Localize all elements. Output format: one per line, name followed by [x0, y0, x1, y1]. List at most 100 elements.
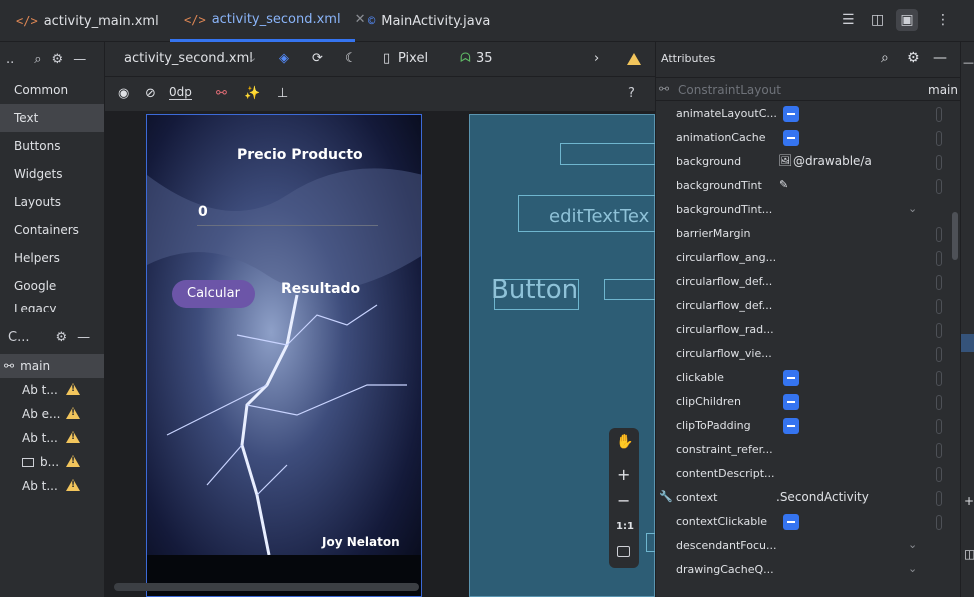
attribute-reference-button[interactable] — [936, 251, 942, 266]
blueprint-button-box[interactable]: Button — [491, 275, 579, 310]
preview-thumbnail[interactable] — [961, 334, 974, 352]
tree-root[interactable]: ⚯ main — [0, 354, 104, 378]
attribute-reference-button[interactable] — [936, 227, 942, 242]
attribute-row[interactable]: backgroundTint... ⌄ — [656, 198, 961, 222]
tab-main-activity[interactable]: © MainActivity.java — [354, 0, 504, 42]
attribute-row[interactable]: drawingCacheQ... ⌄ — [656, 558, 961, 582]
tree-item[interactable]: b... — [0, 450, 104, 474]
attribute-reference-button[interactable] — [936, 443, 942, 458]
warning-icon[interactable] — [627, 53, 641, 65]
attribute-row[interactable]: descendantFocu... ⌄ — [656, 534, 961, 558]
attribute-row[interactable]: circularflow_def... — [656, 294, 961, 318]
attribute-reference-button[interactable] — [936, 275, 942, 290]
clear-constraints-icon[interactable]: ⚯ — [216, 86, 227, 101]
attribute-value[interactable]: @drawable/a — [793, 154, 872, 168]
attribute-value[interactable]: .SecondActivity — [776, 490, 869, 504]
minimize-icon[interactable]: — — [963, 56, 974, 69]
tree-item[interactable]: Ab e... — [0, 402, 104, 426]
minimize-icon[interactable]: — — [73, 52, 86, 67]
attribute-row[interactable]: background 🖼 @drawable/a — [656, 150, 961, 174]
price-input[interactable]: 0 — [197, 204, 378, 226]
attribute-row[interactable]: clickable — [656, 366, 961, 390]
api-level-selector[interactable]: 35 — [476, 51, 493, 66]
palette-category-text[interactable]: Text — [0, 104, 104, 132]
horizontal-scrollbar[interactable] — [114, 583, 419, 591]
attribute-row[interactable]: backgroundTint ✎ — [656, 174, 961, 198]
attribute-row[interactable]: contentDescript... — [656, 462, 961, 486]
search-icon[interactable]: ⌕ — [881, 50, 889, 66]
attribute-row[interactable]: 🔧 context .SecondActivity — [656, 486, 961, 510]
tree-item[interactable]: Ab t... — [0, 474, 104, 498]
file-selector[interactable]: activity_second.xml — [124, 51, 253, 66]
zoom-out-icon[interactable]: − — [617, 491, 630, 510]
guidelines-icon[interactable]: ⊥ — [277, 86, 288, 101]
split-view-icon[interactable]: ◫ — [871, 12, 884, 28]
default-margin[interactable]: 0dp — [169, 85, 192, 100]
add-icon[interactable]: + — [964, 494, 974, 508]
gear-icon[interactable]: ⚙ — [55, 330, 67, 345]
zoom-fit-icon[interactable] — [617, 546, 630, 557]
pan-hand-icon[interactable]: ✋ — [616, 434, 633, 450]
chevron-down-icon[interactable]: ⌄ — [908, 202, 917, 215]
tree-item[interactable]: Ab t... — [0, 378, 104, 402]
calcular-button[interactable]: Calcular — [172, 280, 255, 308]
attribute-reference-button[interactable] — [936, 467, 942, 482]
more-options-icon[interactable]: ⋮ — [936, 12, 950, 28]
attribute-row[interactable]: animateLayoutC... — [656, 102, 961, 126]
component-id[interactable]: main — [928, 83, 958, 97]
attribute-row[interactable]: circularflow_rad... — [656, 318, 961, 342]
attribute-reference-button[interactable] — [936, 179, 942, 194]
attribute-reference-button[interactable] — [936, 107, 942, 122]
attribute-reference-button[interactable] — [936, 371, 942, 386]
orientation-icon[interactable]: ⟳ — [312, 51, 323, 66]
attribute-row[interactable]: animationCache — [656, 126, 961, 150]
help-icon[interactable]: ? — [628, 86, 635, 101]
zoom-ratio-button[interactable]: 1:1 — [616, 521, 634, 532]
blueprint-edittext-box[interactable]: editTextTex — [518, 195, 656, 232]
warning-icon[interactable] — [66, 383, 80, 395]
palette-category-helpers[interactable]: Helpers — [0, 244, 104, 272]
design-preview[interactable]: Precio Producto 0 Calcular Resultado Joy… — [146, 114, 422, 597]
attribute-row[interactable]: clipToPadding — [656, 414, 961, 438]
attribute-row[interactable]: contextClickable — [656, 510, 961, 534]
night-mode-icon[interactable]: ☾ — [345, 51, 357, 66]
chevron-down-icon[interactable]: ⌄ — [908, 538, 917, 551]
code-view-icon[interactable]: ☰ — [842, 12, 855, 28]
palette-category-containers[interactable]: Containers — [0, 216, 104, 244]
warning-icon[interactable] — [66, 407, 80, 419]
attribute-checkbox[interactable] — [783, 418, 799, 434]
palette-category-google[interactable]: Google — [0, 272, 104, 300]
design-view-icon[interactable]: ▣ — [896, 9, 918, 31]
frame-icon[interactable]: ◫ — [964, 547, 974, 561]
attribute-checkbox[interactable] — [783, 514, 799, 530]
gear-icon[interactable]: ⚙ — [907, 50, 920, 66]
chevron-right-icon[interactable]: › — [594, 51, 599, 66]
attribute-row[interactable]: clipChildren — [656, 390, 961, 414]
gear-icon[interactable]: ⚙ — [52, 52, 64, 67]
attribute-checkbox[interactable] — [783, 370, 799, 386]
attribute-row[interactable]: constraint_refer... — [656, 438, 961, 462]
attribute-reference-button[interactable] — [936, 419, 942, 434]
search-icon[interactable]: ⌕ — [34, 52, 41, 67]
attribute-reference-button[interactable] — [936, 395, 942, 410]
attribute-checkbox[interactable] — [783, 130, 799, 146]
palette-category-common[interactable]: Common — [0, 76, 104, 104]
attribute-row[interactable]: circularflow_def... — [656, 270, 961, 294]
zoom-in-icon[interactable]: + — [617, 465, 630, 484]
attribute-reference-button[interactable] — [936, 299, 942, 314]
palette-category-widgets[interactable]: Widgets — [0, 160, 104, 188]
warning-icon[interactable] — [66, 431, 80, 443]
attribute-reference-button[interactable] — [936, 515, 942, 530]
chevron-down-icon[interactable]: ⌄ — [908, 562, 917, 575]
layers-icon[interactable]: ◈ — [279, 51, 289, 66]
blueprint-title-box[interactable] — [560, 143, 656, 165]
attribute-checkbox[interactable] — [783, 106, 799, 122]
warning-icon[interactable] — [66, 479, 80, 491]
blueprint-result-box[interactable] — [604, 279, 656, 300]
eye-icon[interactable]: ◉ — [118, 86, 129, 101]
minimize-icon[interactable]: — — [77, 330, 90, 345]
tree-item[interactable]: Ab t... — [0, 426, 104, 450]
attribute-row[interactable]: circularflow_ang... — [656, 246, 961, 270]
attribute-row[interactable]: barrierMargin — [656, 222, 961, 246]
palette-category-layouts[interactable]: Layouts — [0, 188, 104, 216]
